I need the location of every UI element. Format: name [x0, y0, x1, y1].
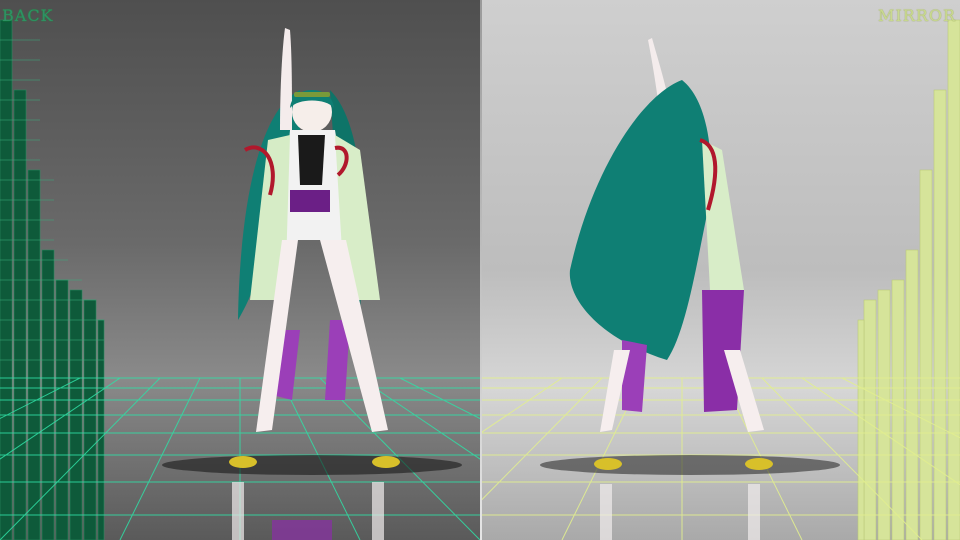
long-hair-back [569, 80, 712, 360]
reflection-sash [272, 520, 332, 540]
mirror-view-scene [482, 19, 960, 540]
purple-sash [290, 190, 330, 212]
mirror-view-panel: MIRROR [482, 0, 960, 540]
sandal-right [372, 456, 400, 468]
equalizer-right [857, 19, 960, 540]
reflection-leg-back-right [748, 484, 760, 540]
floor-shadow-right [540, 455, 840, 475]
mirror-view-label: MIRROR [878, 6, 956, 25]
back-view-scene [0, 19, 482, 540]
back-view-panel: BACK [0, 0, 482, 540]
sandal-back-left [594, 458, 622, 470]
black-vest [298, 135, 325, 185]
headband [294, 92, 330, 97]
reflection-leg-left [232, 482, 244, 540]
back-view-label: BACK [2, 6, 54, 25]
reflection-leg-back-left [600, 484, 612, 540]
raised-arm [280, 28, 292, 130]
floor-shadow [162, 455, 462, 475]
reflection-leg-right [372, 482, 384, 540]
sandal-back-right [745, 458, 773, 470]
sandal-left [229, 456, 257, 468]
mmd-viewport: BACK MIRROR [0, 0, 960, 540]
sleeve-right-back [702, 140, 744, 290]
